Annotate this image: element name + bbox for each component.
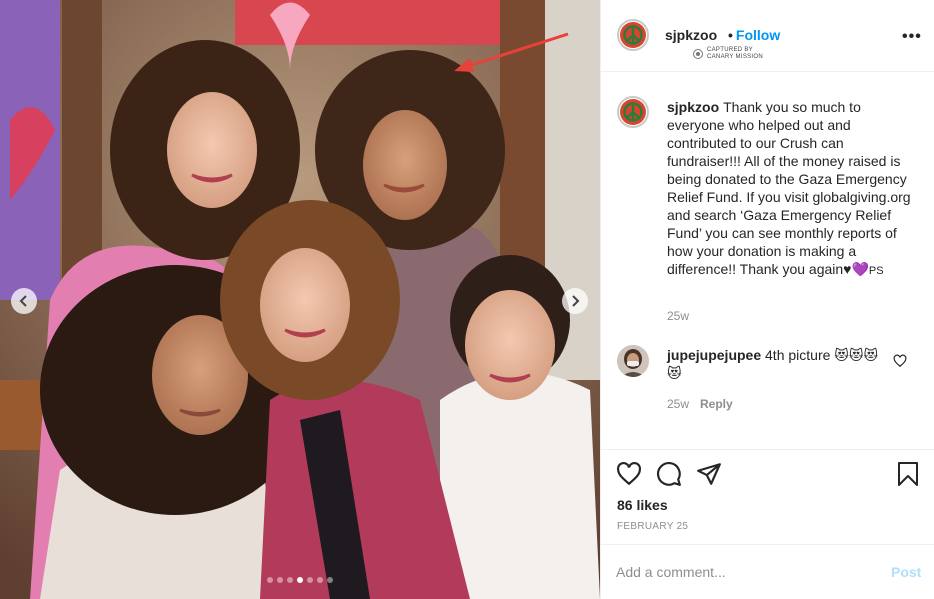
post-username[interactable]: sjpkzoo (665, 27, 717, 43)
post-comment-button[interactable]: Post (891, 564, 921, 580)
peace-sign-icon (620, 22, 646, 48)
post-details-panel: sjpkzoo • Follow CAPTURED BY CANARY MISSI… (600, 0, 934, 599)
avatar[interactable] (617, 19, 649, 51)
caption-timestamp[interactable]: 25w (667, 309, 689, 323)
comment-body: jupejupejupee 4th picture 😻😻😻😻 (667, 346, 887, 382)
annotation-arrow (454, 32, 569, 72)
post-date[interactable]: FEBRUARY 25 (617, 521, 688, 532)
carousel-dot (307, 577, 313, 583)
commenter-avatar[interactable] (617, 345, 649, 377)
carousel-dot (267, 577, 273, 583)
peace-sign-icon (620, 99, 646, 125)
post-photo (0, 0, 600, 599)
captured-source-label: CANARY MISSION (707, 54, 763, 60)
paper-plane-icon[interactable] (696, 461, 722, 487)
reply-button[interactable]: Reply (700, 397, 733, 411)
follow-separator: • (728, 27, 733, 43)
carousel-dot (317, 577, 323, 583)
chevron-right-icon (572, 295, 580, 307)
canary-mission-logo-icon (693, 49, 703, 59)
add-comment-bar: Post (601, 544, 934, 599)
more-options-icon[interactable]: ••• (902, 28, 922, 46)
caption-avatar[interactable] (617, 96, 649, 128)
likes-count[interactable]: 86 likes (617, 497, 668, 513)
post-caption: sjpkzoo Thank you so much to everyone who… (667, 98, 917, 280)
caption-username[interactable]: sjpkzoo (667, 99, 719, 115)
carousel-indicator (0, 577, 600, 583)
comment-input[interactable] (616, 562, 866, 582)
commenter-photo (617, 345, 649, 377)
comment-like-heart-icon[interactable] (893, 354, 907, 368)
chevron-left-icon (19, 295, 27, 307)
group-photo-image (0, 0, 600, 599)
captured-by-label: CAPTURED BY (707, 47, 753, 53)
caption-signoff: PS (868, 265, 884, 277)
previous-photo-button[interactable] (11, 288, 37, 314)
comment-username[interactable]: jupejupejupee (667, 347, 761, 363)
carousel-dot (297, 577, 303, 583)
post-actions: 86 likes FEBRUARY 25 (601, 449, 934, 544)
carousel-dot (277, 577, 283, 583)
heart-outline-icon[interactable] (616, 461, 642, 487)
speech-bubble-icon[interactable] (656, 461, 682, 487)
next-photo-button[interactable] (562, 288, 588, 314)
follow-button[interactable]: • Follow (728, 27, 780, 43)
carousel-dot (327, 577, 333, 583)
comments-area: sjpkzoo Thank you so much to everyone who… (601, 73, 934, 449)
captured-by-watermark: CAPTURED BY CANARY MISSION (693, 47, 763, 61)
carousel-dot (287, 577, 293, 583)
bookmark-icon[interactable] (896, 461, 920, 487)
post-header: sjpkzoo • Follow CAPTURED BY CANARY MISSI… (601, 0, 934, 72)
caption-text: Thank you so much to everyone who helped… (667, 99, 911, 277)
purple-heart-icon: 💜 (851, 261, 869, 277)
follow-label: Follow (735, 27, 781, 43)
comment-timestamp[interactable]: 25w (667, 397, 689, 411)
